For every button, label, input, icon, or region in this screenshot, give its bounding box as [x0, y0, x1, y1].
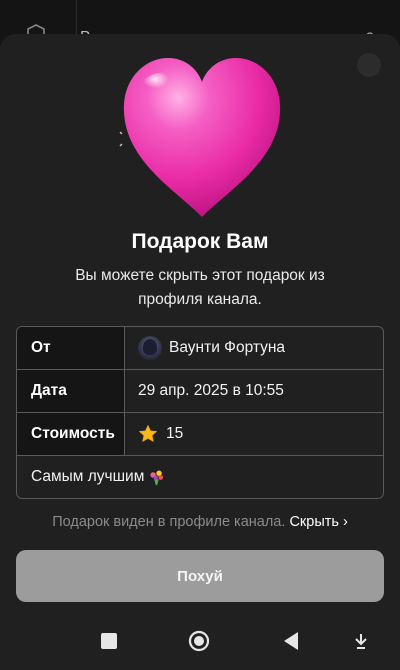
dismiss-button[interactable]: Похуй — [16, 550, 384, 602]
table-row-date: Дата 29 апр. 2025 в 10:55 — [17, 370, 383, 413]
back-triangle-icon[interactable] — [280, 630, 302, 652]
sender-name[interactable]: Ваунти Фортуна — [169, 339, 285, 357]
cost-value: 15 — [125, 413, 383, 455]
gift-message: Самым лучшим — [17, 456, 383, 498]
bouquet-icon — [150, 470, 164, 485]
from-label: От — [17, 327, 125, 369]
from-value[interactable]: Ваунти Фортуна — [125, 327, 383, 369]
date-value: 29 апр. 2025 в 10:55 — [138, 382, 284, 399]
pink-heart-icon — [119, 58, 281, 217]
gift-title: Подарок Вам — [131, 230, 269, 253]
table-row-cost: Стоимость 15 — [17, 413, 383, 456]
date-label: Дата — [17, 370, 125, 412]
cost-label: Стоимость — [17, 413, 125, 455]
gift-subtitle: Вы можете скрыть этот подарок из профиля… — [75, 267, 325, 308]
caption-text: Подарок виден в профиле канала. — [52, 514, 286, 530]
close-icon[interactable] — [356, 52, 382, 78]
circle-home-icon[interactable] — [188, 630, 210, 652]
star-icon — [139, 424, 157, 442]
avatar — [138, 336, 162, 360]
table-row-message: Самым лучшим — [17, 456, 383, 498]
hide-link[interactable]: Скрыть › — [289, 514, 347, 530]
gift-sheet: Подарок Вам Вы можете скрыть этот подаро… — [0, 34, 400, 670]
visibility-caption: Подарок виден в профиле канала. Скрыть › — [0, 514, 400, 530]
square-icon[interactable] — [98, 630, 120, 652]
download-arrow-icon[interactable] — [350, 630, 372, 652]
cost-amount: 15 — [166, 425, 184, 442]
message-text: Самым лучшим — [31, 468, 145, 485]
gift-details-table: От Ваунти Фортуна Дата 29 апр. 2025 в 10… — [16, 326, 384, 499]
table-row-from: От Ваунти Фортуна — [17, 327, 383, 370]
system-navbar — [0, 620, 400, 670]
